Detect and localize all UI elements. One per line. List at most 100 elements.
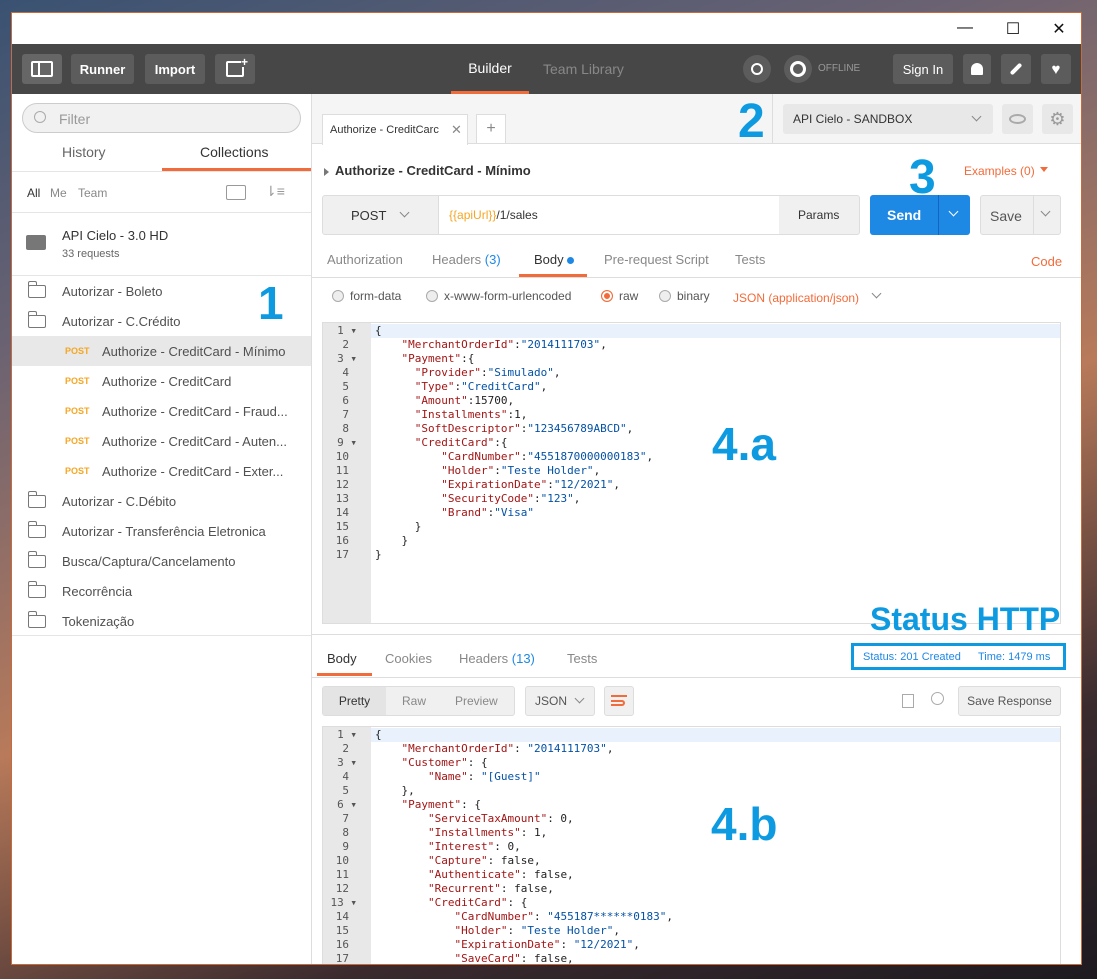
search-icon[interactable] [931,692,944,705]
response-tab-tests[interactable]: Tests [567,651,597,666]
radio-form-data[interactable]: form-data [332,289,401,303]
binary-label: binary [677,289,710,303]
tab-headers[interactable]: Headers (3) [432,252,501,267]
response-code: { "MerchantOrderId": "2014111703", "Cust… [375,728,673,964]
format-select[interactable]: JSON [525,686,595,716]
settings-gear-icon[interactable]: ⚙ [1042,104,1073,134]
filter-input[interactable]: Filter [22,103,301,133]
line-number: 3 ▾ [337,352,357,365]
wrench-icon[interactable] [1001,54,1031,84]
code-link[interactable]: Code [1031,254,1062,269]
filter-all[interactable]: All [27,186,40,200]
url-input[interactable]: {{apiUrl}}/1/sales [439,196,779,234]
line-number: 6 [342,394,349,407]
sidebar-folder[interactable]: Autorizar - C.Débito [12,486,311,516]
view-preview[interactable]: Preview [455,694,498,708]
new-window-button[interactable]: + [215,54,255,84]
filter-team[interactable]: Team [78,186,107,200]
sidebar-request[interactable]: POST Authorize - CreditCard [12,366,311,396]
radio-binary[interactable]: binary [659,289,710,303]
code-token: , [593,464,601,477]
save-button[interactable]: Save [980,195,1061,235]
close-icon[interactable]: ✕ [1049,19,1069,39]
code-token: , [626,422,634,435]
annotation-status-http: Status HTTP [870,601,1061,637]
add-tab-button[interactable]: + [476,114,506,144]
sync-icon[interactable] [784,55,812,83]
bell-icon[interactable] [963,54,991,84]
code-token: "Name" [375,770,468,783]
sidebar-folder[interactable]: Autorizar - Transferência Eletronica [12,516,311,546]
tab-collections[interactable]: Collections [200,144,268,160]
view-raw[interactable]: Raw [402,694,426,708]
sidebar-folder[interactable]: Busca/Captura/Cancelamento [12,546,311,576]
sidebar-request[interactable]: POST Authorize - CreditCard - Fraud... [12,396,311,426]
code-token: : 0, [494,840,521,853]
close-tab-icon[interactable]: ✕ [451,122,462,138]
code-token: , [553,366,561,379]
runner-button[interactable]: Runner [71,54,134,84]
code-token: : false, [487,854,541,867]
tab-builder[interactable]: Builder [451,44,529,94]
wrap-lines-icon[interactable] [604,686,634,716]
maximize-icon[interactable]: ☐ [1003,19,1023,39]
response-tab-cookies[interactable]: Cookies [385,651,432,666]
line-numbers: 1 ▾ 2 3 ▾ 4 5 6 7 8 9 ▾ 10 11 12 13 14 15 16 17 [323,323,371,623]
copy-icon[interactable] [902,694,914,708]
filter-me[interactable]: Me [50,186,67,200]
code-token: "Customer" [375,756,468,769]
request-body-editor[interactable]: 1 ▾ 2 3 ▾ 4 5 6 7 8 9 ▾ 10 11 12 13 14 15 16 17 { "Merch… [322,322,1061,624]
sidebar-folder[interactable]: Recorrência [12,576,311,606]
chevron-down-icon[interactable] [948,206,959,217]
tab-team-library[interactable]: Team Library [543,44,624,94]
chevron-down-icon[interactable] [1040,206,1051,217]
code-token: : 1, [520,826,548,839]
sidebar-folder[interactable]: Tokenização [12,606,311,636]
tab-body[interactable]: Body [534,252,575,267]
eye-icon[interactable] [1002,104,1033,134]
sort-icon[interactable]: ⇂≡ [265,183,285,200]
radio-urlencoded[interactable]: x-www-form-urlencoded [426,289,571,303]
collection-header[interactable]: API Cielo - 3.0 HD 33 requests [12,213,311,275]
code-token: :1, [507,408,528,421]
request-tab[interactable]: Authorize - CreditCarc ✕ [322,114,468,145]
radio-raw[interactable]: raw [601,289,638,303]
content-type-select[interactable]: JSON (application/json) [733,291,859,305]
method-label: POST [351,208,387,223]
line-number: 8 [342,826,349,839]
examples-dropdown[interactable]: Examples (0) [964,164,1035,178]
save-response-button[interactable]: Save Response [958,686,1061,716]
send-button[interactable]: Send [870,195,970,235]
response-tab-body[interactable]: Body [327,651,357,666]
code-line: { [375,324,653,338]
tab-tests[interactable]: Tests [735,252,765,267]
view-pretty[interactable]: Pretty [323,687,386,715]
params-button[interactable]: Params [798,208,839,222]
sidebar-request[interactable]: POST Authorize - CreditCard - Auten... [12,426,311,456]
code-token: , [633,938,640,951]
new-folder-icon[interactable] [226,185,246,200]
tab-history[interactable]: History [62,144,106,160]
response-body-viewer[interactable]: 1 ▾ 2 3 ▾ 4 5 6 ▾ 7 8 9 10 11 12 13 ▾ 14 15 16 17 { "Mer… [322,726,1061,964]
tab-authorization[interactable]: Authorization [327,252,403,267]
sidebar-toggle-button[interactable] [22,54,62,84]
response-tab-headers[interactable]: Headers (13) [459,651,535,666]
minimize-icon[interactable]: — [955,19,975,37]
import-button[interactable]: Import [145,54,205,84]
method-select[interactable]: POST [323,196,439,234]
code-line: "Recurrent": false, [375,882,673,896]
chevron-down-icon[interactable] [871,288,882,299]
headers-count: (3) [484,252,501,267]
code-token: "MerchantOrderId" [375,338,515,351]
code-line: "MerchantOrderId": "2014111703", [375,742,673,756]
code-line: } [375,548,653,562]
tab-pre-request-script[interactable]: Pre-request Script [604,252,709,267]
heart-icon[interactable]: ♥ [1041,54,1071,84]
interceptor-icon[interactable] [743,55,771,83]
code-token: "Installments" [375,408,508,421]
code-token: : [480,366,488,379]
sidebar-request[interactable]: POST Authorize - CreditCard - Exter... [12,456,311,486]
sign-in-button[interactable]: Sign In [893,54,953,84]
sidebar-request-active[interactable]: POST Authorize - CreditCard - Mínimo [12,336,311,366]
environment-select[interactable]: API Cielo - SANDBOX [783,104,993,134]
